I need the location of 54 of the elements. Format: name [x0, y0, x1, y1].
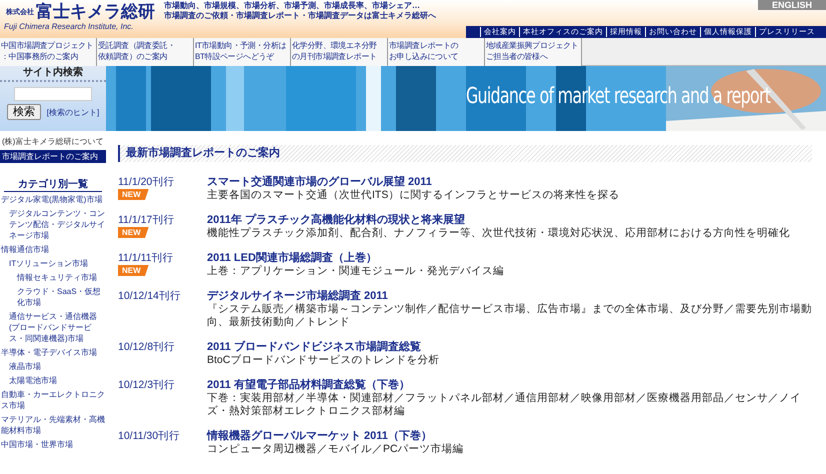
report-description: コンピュータ周辺機器／モバイル／PCパーツ市場編 — [207, 443, 464, 456]
report-title-link[interactable]: スマート交通関連市場のグローバル展望 2011 — [207, 176, 620, 189]
tagline: 市場動向、市場規模、市場分析、市場予測、市場成長率、市場シェア… — [164, 1, 421, 11]
report-date: 11/1/20刊行 — [118, 176, 174, 189]
category-title: カテゴリ別一覧 — [4, 178, 102, 192]
nav-link[interactable]: 市場調査レポートの お申し込みについて — [388, 38, 485, 66]
report-title-link[interactable]: デジタルサイネージ市場総調査 2011 — [207, 290, 812, 303]
report-description: BtoCブロードバンドサービスのトレンドを分析 — [207, 354, 440, 367]
report-title-link[interactable]: 2011年 プラスチック高機能化材料の現状と将来展望 — [207, 214, 790, 227]
report-date: 10/12/14刊行 — [118, 290, 181, 303]
search-field[interactable] — [14, 87, 92, 101]
report-date: 11/1/17刊行 — [118, 214, 174, 227]
new-badge: NEW — [118, 227, 149, 238]
nav-link[interactable]: 化学分野、環境エネ分野 の月刊市場調査レポート — [291, 38, 388, 66]
category-link[interactable]: 自動車・カーエレクトロニクス市場 — [0, 389, 105, 411]
category-link[interactable]: 通信サービス・通信機器(ブロードバンドサービス・同関連機器)市場 — [0, 311, 105, 344]
category-link[interactable]: 半導体・電子デバイス市場 — [0, 347, 105, 358]
nav-link[interactable]: 中国市場調査プロジェクト ：中国事務所のご案内 — [0, 38, 97, 66]
nav-link[interactable]: 受託調査（調査委託・ 依頼調査）のご案内 — [97, 38, 194, 66]
report-description: 機能性プラスチック添加剤、配合剤、ナノフィラー等、次世代技術・環境対応状況、応用部材における方向性を明確化 — [207, 227, 790, 240]
sidebar-link[interactable]: (株)富士キメラ総研について — [0, 135, 106, 148]
logo-name: 富士キメラ総研 — [36, 2, 155, 22]
category-link[interactable]: デジタル家電(黒物家電)市場 — [0, 194, 105, 205]
new-badge: NEW — [118, 265, 149, 276]
nav-link[interactable]: 地域産業振興プロジェクト ご担当者の皆様へ — [485, 38, 582, 66]
report-description: 下巻：実装用部材／半導体・関連部材／フラットパネル部材／通信用部材／映像用部材／医療機器用部品／センサ／ノイズ・熱対策部材エレクトロニクス部材編 — [207, 392, 802, 418]
category-link[interactable]: 情報通信市場 — [0, 244, 105, 255]
report-date: 10/12/8刊行 — [118, 341, 176, 354]
report-date: 11/1/11刊行 — [118, 252, 174, 265]
report-description: 『システム販売／構築市場～コンテンツ制作／配信サービス市場、広告市場』までの全体市場、及び分野／需要先別市場動向、最新技術動向／トレンド — [207, 303, 812, 329]
report-description: 上巻：アプリケーション・関連モジュール・発光デバイス編 — [207, 265, 504, 278]
logo-english-name: Fuji Chimera Research Institute, Inc. — [4, 22, 134, 31]
category-link[interactable]: 情報セキュリティ市場 — [0, 272, 105, 283]
section-title: 最新市場調査レポートのご案内 — [118, 145, 812, 162]
category-link[interactable]: 液晶市場 — [0, 361, 105, 372]
category-link[interactable]: クラウド・SaaS・仮想化市場 — [0, 286, 105, 308]
nav-link[interactable]: IT市場動向・予測・分析は BT特設ページへどうぞ — [194, 38, 291, 66]
category-link[interactable]: マテリアル・先端素材・高機能材料市場 — [0, 414, 105, 436]
tagline: 市場調査のご依頼・市場調査レポート・市場調査データは富士キメラ総研へ — [164, 11, 436, 21]
report-title-link[interactable]: 2011 有望電子部品材料調査総覧（下巻） — [207, 379, 812, 392]
category-link[interactable]: デジタルコンテンツ・コンテンツ配信・デジタルサイネージ市場 — [0, 208, 105, 241]
report-description: 主要各国のスマート交通（次世代ITS）に関するインフラとサービスの将来性を探る — [207, 189, 620, 202]
report-title-link[interactable]: 情報機器グローバルマーケット 2011（下巻） — [207, 430, 464, 443]
search-hint-link[interactable]: [検索のヒント] — [46, 106, 100, 118]
category-link[interactable]: ITソリューション市場 — [0, 258, 105, 269]
category-link[interactable]: 中国市場・世界市場 — [0, 439, 105, 450]
report-date: 10/12/3刊行 — [118, 379, 176, 392]
search-button[interactable]: 検索 — [6, 104, 41, 120]
report-title-link[interactable]: 2011 LED関連市場総調査（上巻） — [207, 252, 504, 265]
report-title-link[interactable]: 2011 ブロードバンドビジネス市場調査総覧 — [207, 341, 440, 354]
category-link[interactable]: 太陽電池市場 — [0, 375, 105, 386]
sidebar-link[interactable]: 市場調査レポートのご案内 — [0, 150, 106, 163]
new-badge: NEW — [118, 189, 149, 200]
report-date: 10/11/30刊行 — [118, 430, 180, 443]
